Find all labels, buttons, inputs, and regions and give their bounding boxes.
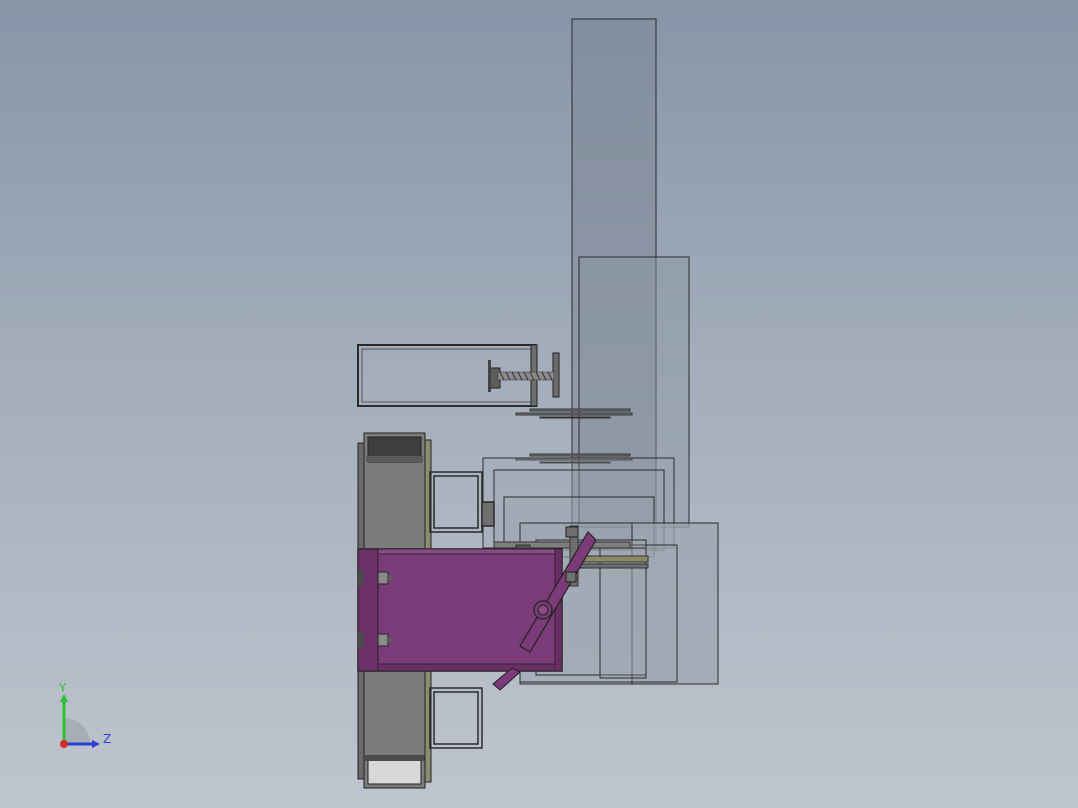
triad-y-label: Y (59, 681, 67, 695)
triad-sector-icon (64, 718, 90, 744)
lead-screw (497, 371, 555, 381)
lower-side-bracket[interactable] (429, 687, 483, 749)
triad-z-label: Z (103, 732, 112, 746)
x-axis-origin-icon (60, 740, 68, 748)
orientation-triad: Y Z (50, 682, 120, 756)
upper-frame-assembly[interactable] (357, 344, 560, 407)
model-viewport[interactable] (0, 0, 1078, 808)
purple-clamp-plate[interactable] (357, 548, 563, 672)
